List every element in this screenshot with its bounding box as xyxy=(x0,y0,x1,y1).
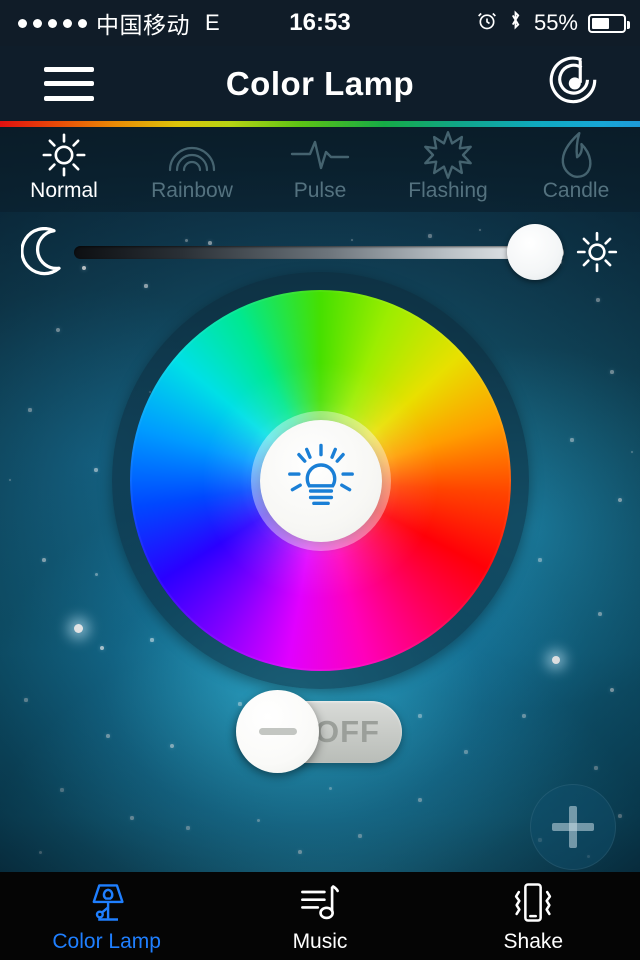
battery-fill xyxy=(592,17,609,29)
tab-label: Music xyxy=(292,930,348,953)
moon-icon xyxy=(18,227,70,277)
hamburger-line xyxy=(44,95,94,101)
hamburger-line xyxy=(44,81,94,86)
mode-item-candle[interactable]: Candle xyxy=(512,127,640,212)
mode-selector: Normal Rainbow Pulse Flashing Candle xyxy=(0,127,640,212)
mode-label: Flashing xyxy=(408,179,488,202)
starburst-icon xyxy=(423,131,473,179)
power-toggle-knob[interactable] xyxy=(236,690,319,773)
hamburger-menu-icon[interactable] xyxy=(44,66,94,101)
brightness-slider[interactable] xyxy=(74,224,564,280)
bottom-tab-bar: Color Lamp Music Shake xyxy=(0,872,640,960)
tab-label: Shake xyxy=(503,930,564,953)
flame-icon xyxy=(555,131,597,179)
color-wheel[interactable] xyxy=(112,272,529,689)
tab-music[interactable]: Music xyxy=(213,872,426,960)
light-power-button[interactable] xyxy=(259,419,382,542)
mode-label: Candle xyxy=(542,179,610,202)
brightness-slider-row xyxy=(0,218,640,286)
mode-item-normal[interactable]: Normal xyxy=(0,127,128,212)
tab-label: Color Lamp xyxy=(52,930,161,953)
mode-label: Rainbow xyxy=(151,179,233,202)
mode-label: Normal xyxy=(30,179,98,202)
mode-label: Pulse xyxy=(293,179,347,202)
sun-icon xyxy=(570,229,624,275)
pulse-wave-icon xyxy=(290,132,350,178)
tab-shake[interactable]: Shake xyxy=(427,872,640,960)
status-bar-time: 16:53 xyxy=(289,9,351,36)
minus-dash-icon xyxy=(258,728,297,735)
status-bar: 中国移动 E 16:53 55% xyxy=(0,0,640,46)
mode-item-rainbow[interactable]: Rainbow xyxy=(128,127,256,212)
sun-icon xyxy=(40,132,88,178)
slider-track[interactable] xyxy=(74,245,564,259)
mode-item-flashing[interactable]: Flashing xyxy=(384,127,512,212)
music-note-icon xyxy=(298,878,342,928)
power-toggle[interactable]: OFF xyxy=(236,690,402,773)
light-bulb-icon xyxy=(282,439,360,522)
app-header: Color Lamp xyxy=(0,46,640,121)
slider-thumb[interactable] xyxy=(506,224,563,280)
tab-color-lamp[interactable]: Color Lamp xyxy=(0,872,213,960)
shake-phone-icon xyxy=(509,878,557,928)
add-button[interactable] xyxy=(530,784,616,870)
rainbow-icon xyxy=(166,132,218,178)
hamburger-line xyxy=(44,66,94,72)
music-disc-icon[interactable] xyxy=(544,52,602,115)
mode-item-pulse[interactable]: Pulse xyxy=(256,127,384,212)
rainbow-divider xyxy=(0,121,640,127)
table-lamp-icon xyxy=(86,878,128,928)
power-toggle-state: OFF xyxy=(315,714,380,749)
battery-icon xyxy=(588,13,630,33)
app-root: 中国移动 E 16:53 55% Color Lamp Normal Rainb… xyxy=(0,0,640,960)
